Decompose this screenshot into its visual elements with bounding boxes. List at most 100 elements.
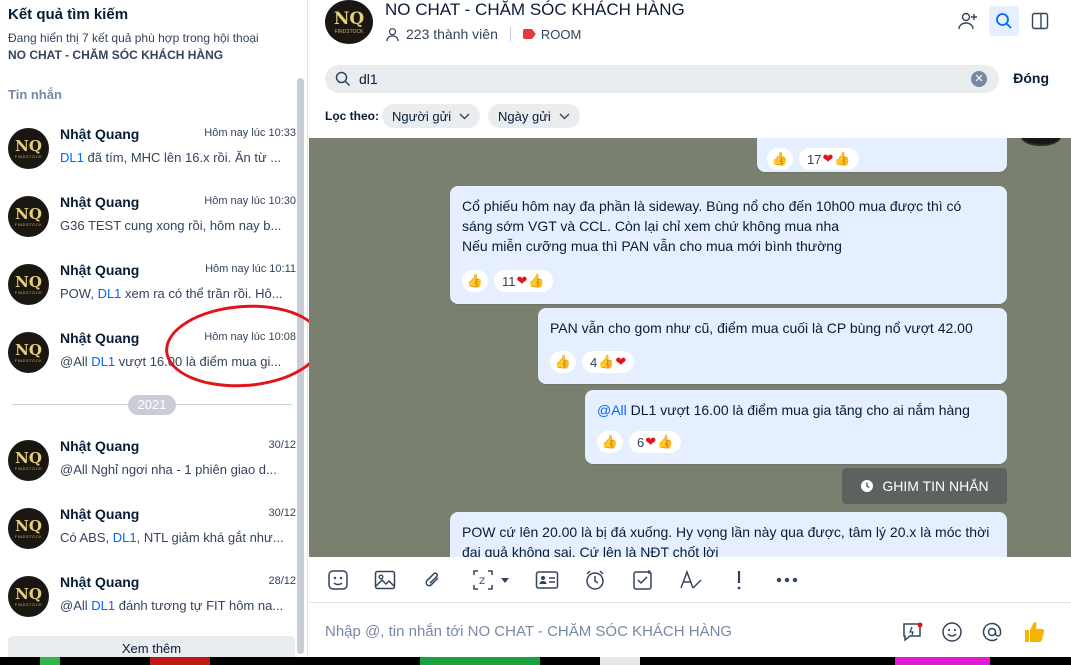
reaction-count: 11 [502,273,516,289]
message-text-body: DL1 vượt 16.00 là điểm mua gia tăng cho … [626,402,970,418]
reaction-bar: 👍 4 👍 ❤ [550,351,635,373]
sender-avatar[interactable] [1021,138,1061,146]
emoji-button[interactable] [939,619,965,645]
search-result-item[interactable]: NQ FINDSTOCK Nhật Quang 30/12 Có ABS, DL1, N… [0,504,298,570]
avatar-sub: FINDSTOCK [14,465,43,471]
result-snippet-highlight: DL1 [60,150,84,165]
result-sender-name: Nhật Quang [60,574,140,590]
avatar: NQ FINDSTOCK [8,440,49,481]
avatar-sub: FINDSTOCK [14,357,43,363]
search-results-conversation: NO CHAT - CHĂM SÓC KHÁCH HÀNG [8,48,224,62]
group-avatar-mark: NQ [333,9,365,29]
section-messages-heading: Tin nhắn [8,87,62,102]
result-snippet: @All DL1 đánh tương tự FIT hôm na... [60,598,296,613]
thumb-up-icon: 👍 [528,273,545,288]
reminder-button[interactable] [582,567,608,593]
task-button[interactable] [630,567,656,593]
room-tag[interactable]: ROOM [522,27,581,42]
pin-message-button[interactable]: GHIM TIN NHẮN [842,468,1007,504]
result-snippet-post: đã tím, MHC lên 16.x rồi. Ăn từ ... [83,150,282,165]
result-snippet: POW, DL1 xem ra có thể trần rồi. Hô... [60,286,296,301]
quick-message-button[interactable] [899,619,925,645]
screenshot-button[interactable]: Z [469,567,513,593]
like-button[interactable]: 👍 [550,351,576,373]
message-search-bar: dl1 ✕ Đóng Lọc theo: Người gửi Ngày gửi [309,60,1071,138]
search-result-item[interactable]: NQ FINDSTOCK Nhật Quang Hôm nay lúc 10:33 DL… [0,124,298,190]
result-snippet-pre: G36 TEST cung xong rồi, hôm nay b... [60,218,282,233]
attach-button[interactable] [420,567,446,593]
reaction-summary[interactable]: 17 ❤ 👍 [799,148,859,170]
add-member-icon [958,12,977,30]
sidebar-toggle-button[interactable] [1025,6,1055,36]
like-button[interactable]: 👍 [462,270,488,292]
thumb-up-icon [1025,622,1045,642]
group-avatar[interactable]: NQ FINDSTOCK [325,0,373,44]
image-button[interactable] [372,567,398,593]
like-button[interactable]: 👍 [767,148,793,170]
message-input[interactable]: Nhập @, tin nhắn tới NO CHAT - CHĂM SÓC … [325,623,732,640]
search-result-item[interactable]: NQ FINDSTOCK Nhật Quang 30/12 @All Nghỉ ngơi… [0,436,298,502]
group-title[interactable]: NO CHAT - CHĂM SÓC KHÁCH HÀNG [385,0,685,20]
chat-messages-area[interactable]: 👍 17 ❤ 👍 Cổ phiếu hôm nay đa phần là sidew… [309,138,1071,557]
reaction-count: 4 [590,354,598,370]
reaction-summary[interactable]: 4 👍 ❤ [582,351,635,373]
avatar-mark: NQ [15,584,42,603]
avatar-sub: FINDSTOCK [14,289,43,295]
heart-icon: ❤ [822,151,834,166]
chevron-down-icon [559,113,570,119]
result-snippet-highlight: DL1 [97,286,122,301]
avatar-sub: FINDSTOCK [14,221,43,227]
result-sender-name: Nhật Quang [60,330,140,346]
result-sender-name: Nhật Quang [60,126,140,142]
quick-like-button[interactable] [1021,619,1047,645]
close-search-button[interactable]: Đóng [1013,70,1049,86]
member-count[interactable]: 223 thành viên [406,26,498,42]
alarm-clock-icon [586,570,604,590]
add-member-button[interactable] [953,6,983,36]
search-input[interactable]: dl1 ✕ [325,65,999,93]
message-text: PAN vẫn cho gom như cũ, điểm mua cuối là… [550,320,973,336]
result-snippet: G36 TEST cung xong rồi, hôm nay b... [60,218,296,233]
text-format-icon [680,569,702,589]
heart-icon: ❤ [615,354,627,369]
reaction-count: 6 [637,434,645,450]
result-snippet-post: , NTL giảm khá gắt như... [136,530,284,545]
mention-all[interactable]: @All [597,402,627,418]
avatar: NQ FINDSTOCK [8,576,49,617]
contact-card-button[interactable] [534,567,560,593]
more-options-button[interactable] [774,567,800,593]
search-toggle-button[interactable] [989,6,1019,36]
message-bubble[interactable]: POW cứ lên 20.00 là bị đá xuống. Hy vọng… [450,512,1007,557]
filter-label: Lọc theo: [325,109,379,123]
sticker-icon [328,570,348,590]
reaction-summary[interactable]: 11 ❤ 👍 [494,270,553,292]
group-meta: 223 thành viên ROOM [385,26,581,42]
mention-button[interactable] [979,619,1005,645]
result-sender-name: Nhật Quang [60,506,140,522]
clear-search-icon[interactable]: ✕ [971,71,987,87]
chat-header: NQ FINDSTOCK NO CHAT - CHĂM SÓC KHÁCH HÀ… [309,0,1071,60]
search-icon [335,71,351,87]
text-format-button[interactable] [678,567,704,593]
avatar-mark: NQ [15,448,42,467]
search-result-item[interactable]: NQ FINDSTOCK Nhật Quang 28/12 @All DL1 đánh … [0,572,298,638]
avatar-sub: FINDSTOCK [14,533,43,539]
result-snippet-highlight: DL1 [112,530,137,545]
clock-icon [861,480,874,492]
result-snippet: Có ABS, DL1, NTL giảm khá gắt như... [60,530,296,545]
sticker-button[interactable] [325,567,351,593]
filter-sender-dropdown[interactable]: Người gửi [382,104,481,128]
message-text-line2: Nếu miễn cưỡng mua thì PAN vẫn cho mua m… [462,238,842,254]
like-button[interactable]: 👍 [597,431,623,453]
search-result-item[interactable]: NQ FINDSTOCK Nhật Quang Hôm nay lúc 10:30 G3… [0,192,298,258]
filter-date-dropdown[interactable]: Ngày gửi [488,104,580,128]
avatar: NQ FINDSTOCK [8,264,49,305]
result-snippet-pre: @All [60,598,92,613]
strip-segment [895,657,990,665]
emoji-icon [942,622,962,642]
important-button[interactable] [726,567,752,593]
reaction-summary[interactable]: 6 ❤ 👍 [629,431,682,453]
result-time: Hôm nay lúc 10:33 [204,127,296,139]
search-results-title: Kết quả tìm kiếm [8,6,129,23]
thumb-up-icon: 👍 [657,434,674,449]
